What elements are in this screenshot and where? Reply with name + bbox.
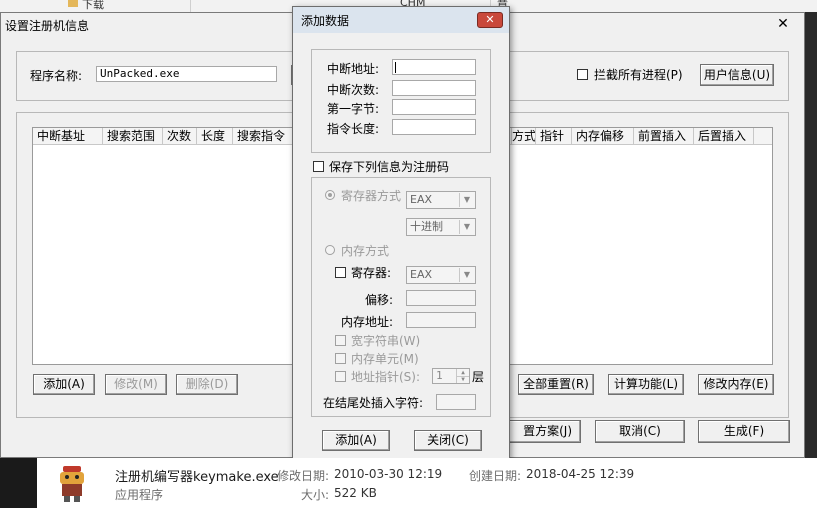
size-label: 大小: <box>301 488 330 502</box>
offset-label: 偏移: <box>365 293 394 307</box>
break-count-label: 中断次数: <box>327 83 380 97</box>
memory-reg-value: EAX <box>410 268 433 281</box>
pointer-level-value: 1 <box>436 369 443 382</box>
explorer-top-label: 下载 <box>82 0 104 11</box>
close-icon[interactable]: ✕ <box>477 12 503 28</box>
insert-at-end-input[interactable] <box>436 394 476 410</box>
memory-reg-select[interactable]: EAX ▼ <box>406 266 476 284</box>
column-header[interactable]: 次数 <box>163 128 197 145</box>
address-pointer-checkbox[interactable] <box>335 371 346 382</box>
program-name-input[interactable]: UnPacked.exe <box>96 66 277 82</box>
first-byte-label: 第一字节: <box>327 102 380 116</box>
folder-icon <box>68 0 78 7</box>
column-header[interactable]: 长度 <box>197 128 233 145</box>
created-value: 2018-04-25 12:39 <box>526 467 635 481</box>
modified-value: 2010-03-30 12:19 <box>334 467 443 481</box>
column-header[interactable]: 中断基址 <box>33 128 103 145</box>
break-count-input[interactable] <box>392 80 476 96</box>
close-button[interactable]: 关闭(C) <box>414 430 482 451</box>
save-regcode-label: 保存下列信息为注册码 <box>329 160 450 174</box>
explorer-top-cell: 下载 <box>0 0 191 12</box>
modify-button[interactable]: 修改(M) <box>105 374 167 395</box>
generate-button[interactable]: 生成(F) <box>698 420 790 443</box>
calc-button[interactable]: 计算功能(L) <box>608 374 684 395</box>
register-checkbox[interactable] <box>335 267 346 278</box>
column-header[interactable]: 前置插入 <box>634 128 694 145</box>
delete-button[interactable]: 删除(D) <box>176 374 238 395</box>
file-name: 注册机编写器keymake.exe <box>115 470 279 485</box>
reset-all-button[interactable]: 全部重置(R) <box>518 374 594 395</box>
add-data-button[interactable]: 添加(A) <box>322 430 390 451</box>
save-regcode-checkbox[interactable] <box>313 161 324 172</box>
cancel-button[interactable]: 取消(C) <box>595 420 685 443</box>
break-address-input[interactable] <box>392 59 476 75</box>
dialog-title: 添加数据 <box>301 14 350 28</box>
memory-unit-label: 内存单元(M) <box>351 352 419 366</box>
add-button[interactable]: 添加(A) <box>33 374 95 395</box>
memory-mode-label: 内存方式 <box>341 244 390 258</box>
dialog-title: 设置注册机信息 <box>5 19 90 33</box>
register-mode-radio[interactable] <box>325 190 335 200</box>
column-header[interactable]: 搜索范围 <box>103 128 163 145</box>
chevron-down-icon: ▼ <box>459 268 474 282</box>
intercept-all-label: 拦截所有进程(P) <box>594 68 683 82</box>
intercept-all-checkbox[interactable] <box>577 69 588 80</box>
file-type: 应用程序 <box>115 488 164 502</box>
chevron-down-icon: ▼ <box>459 193 474 207</box>
pointer-level-suffix: 层 <box>472 370 485 384</box>
register-mode-format-select[interactable]: 十进制 ▼ <box>406 218 476 236</box>
app-file-icon <box>57 466 87 502</box>
chevron-down-icon: ▼ <box>459 220 474 234</box>
user-info-button[interactable]: 用户信息(U) <box>700 64 774 86</box>
memory-address-input[interactable] <box>406 312 476 328</box>
register-checkbox-label: 寄存器: <box>351 266 392 280</box>
column-header[interactable]: 指针 <box>536 128 572 145</box>
background-desktop <box>805 12 817 458</box>
memory-mode-radio[interactable] <box>325 245 335 255</box>
break-address-label: 中断地址: <box>327 62 380 76</box>
size-value: 522 KB <box>334 486 377 500</box>
modified-label: 修改日期: <box>277 469 330 483</box>
insert-at-end-label: 在结尾处插入字符: <box>323 396 424 410</box>
register-mode-reg-select[interactable]: EAX ▼ <box>406 191 476 209</box>
explorer-details-pane: 注册机编写器keymake.exe 应用程序 修改日期: 2010-03-30 … <box>37 458 817 508</box>
first-byte-input[interactable] <box>392 99 476 115</box>
instr-length-label: 指令长度: <box>327 122 380 136</box>
created-label: 创建日期: <box>469 469 522 483</box>
program-name-label: 程序名称: <box>30 69 83 83</box>
register-mode-reg-value: EAX <box>410 193 433 206</box>
wide-string-label: 宽字符串(W) <box>351 334 421 348</box>
text-caret <box>395 62 396 73</box>
column-header[interactable]: 后置插入 <box>694 128 754 145</box>
register-mode-label: 寄存器方式 <box>341 189 402 203</box>
address-pointer-label: 地址指针(S): <box>351 370 421 384</box>
offset-input[interactable] <box>406 290 476 306</box>
wide-string-checkbox[interactable] <box>335 335 346 346</box>
add-data-dialog: 添加数据 ✕ 中断地址: 中断次数: 第一字节: 指令长度: 保存下列信息为注册… <box>292 6 510 460</box>
instr-length-input[interactable] <box>392 119 476 135</box>
close-icon[interactable]: ✕ <box>774 17 792 31</box>
column-header[interactable]: 搜索指令 <box>233 128 295 145</box>
memory-address-label: 内存地址: <box>341 315 394 329</box>
memory-unit-checkbox[interactable] <box>335 353 346 364</box>
spinner-down-icon[interactable]: ▼ <box>456 376 469 383</box>
register-mode-format-value: 十进制 <box>410 220 443 233</box>
column-header <box>754 128 772 145</box>
column-header[interactable]: 方式 <box>512 128 536 145</box>
pointer-level-spinner[interactable]: 1 ▲ ▼ <box>432 368 470 384</box>
modify-memory-button[interactable]: 修改内存(E) <box>698 374 774 395</box>
column-header[interactable]: 内存偏移 <box>572 128 634 145</box>
